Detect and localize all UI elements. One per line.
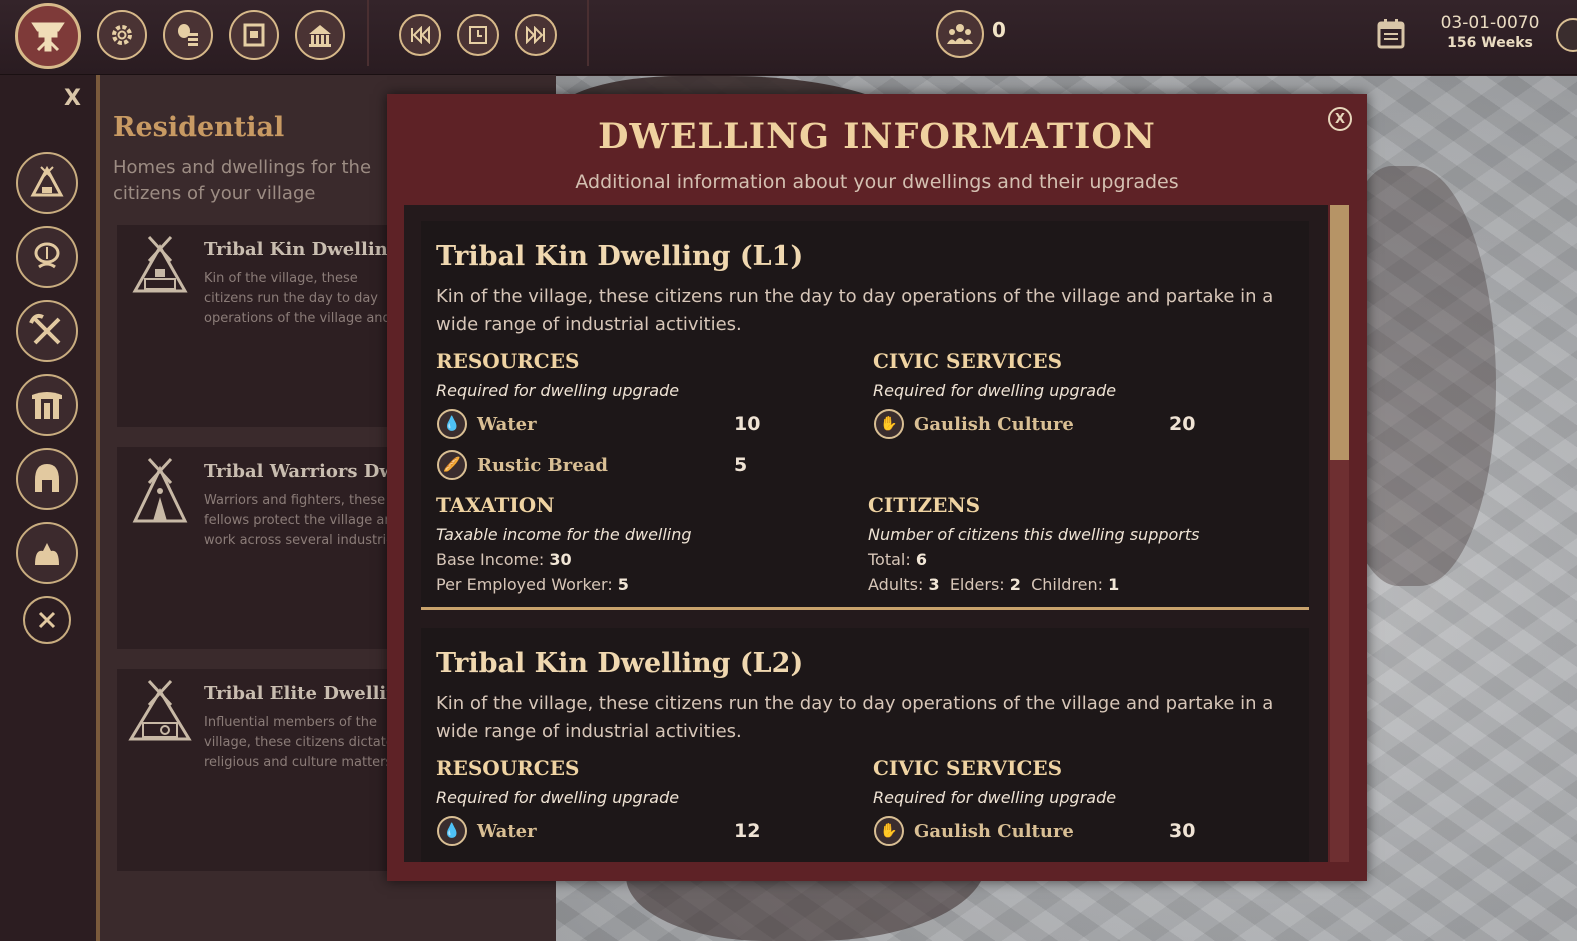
fast-forward-icon[interactable] <box>515 14 557 56</box>
resources-heading: RESOURCES <box>436 756 580 780</box>
dwelling-card: Tribal Kin Dwelling (L1) Kin of the vill… <box>421 221 1309 607</box>
card-description: Kin of the village, these citizens run t… <box>204 271 391 326</box>
culture-icon: ✋ <box>874 816 904 846</box>
rewind-icon[interactable] <box>399 14 441 56</box>
settings-gear-icon[interactable] <box>97 10 147 60</box>
culture-icon[interactable] <box>16 522 78 584</box>
resource-name: Water <box>477 413 537 435</box>
civic-value: 20 <box>1169 413 1196 435</box>
residential-card[interactable]: Tribal Warriors Dwelling Warriors and fi… <box>117 447 453 649</box>
card-description: Warriors and fighters, these fellows pro… <box>204 493 401 548</box>
civic-subheading: Required for dwelling upgrade <box>873 788 1117 807</box>
dwelling-description: Kin of the village, these citizens run t… <box>436 286 1274 335</box>
dwelling-title: Tribal Kin Dwelling (L1) <box>436 241 804 272</box>
citizens-breakdown: Adults: 3 Elders: 2 Children: 1 <box>868 575 1120 594</box>
civic-name: Gaulish Culture <box>914 413 1074 435</box>
food-icon[interactable] <box>16 226 78 288</box>
game-date: 03-01-0070 <box>1440 13 1540 33</box>
resource-name: Rustic Bread <box>477 454 608 476</box>
elite-dwelling-icon <box>127 679 193 749</box>
topbar-separator <box>367 0 369 66</box>
modal-subtitle: Additional information about your dwelli… <box>575 171 1179 193</box>
card-title: Tribal Kin Dwelling <box>204 239 401 260</box>
citizens-subheading: Number of citizens this dwelling support… <box>868 525 1200 544</box>
menu-shield-icon[interactable] <box>15 3 81 69</box>
card-title: Tribal Elite Dwelling <box>204 683 412 704</box>
citizens-total: Total: 6 <box>868 550 927 569</box>
economy-coins-icon[interactable] <box>163 10 213 60</box>
modal-title: DWELLING INFORMATION <box>598 116 1156 157</box>
dwelling-title: Tribal Kin Dwelling (L2) <box>436 648 804 679</box>
scrollbar-thumb[interactable] <box>1330 205 1349 460</box>
resource-row: 🥖 Rustic Bread <box>437 450 608 480</box>
resource-value: 10 <box>734 413 761 435</box>
resources-heading: RESOURCES <box>436 349 580 373</box>
water-icon: 💧 <box>437 816 467 846</box>
scroll-icon[interactable] <box>229 10 279 60</box>
pause-icon[interactable] <box>457 14 499 56</box>
resource-row: 💧 Water <box>437 816 537 846</box>
residential-tent-icon[interactable] <box>16 152 78 214</box>
kin-dwelling-icon <box>127 235 193 305</box>
city-hall-icon[interactable] <box>295 10 345 60</box>
citizens-heading: CITIZENS <box>868 493 981 517</box>
civic-heading: CIVIC SERVICES <box>873 756 1063 780</box>
population-count: 0 <box>992 18 1006 42</box>
civic-name: Gaulish Culture <box>914 820 1074 842</box>
top-bar: 0 03-01-0070 156 Weeks <box>0 0 1577 75</box>
monument-icon[interactable] <box>16 374 78 436</box>
culture-icon: ✋ <box>874 409 904 439</box>
base-income: Base Income: 30 <box>436 550 572 569</box>
dwelling-card: Tribal Kin Dwelling (L2) Kin of the vill… <box>421 628 1309 862</box>
residential-subtitle: Homes and dwellings for the citizens of … <box>113 157 372 204</box>
resource-value: 5 <box>734 454 748 476</box>
water-icon: 💧 <box>437 409 467 439</box>
civic-subheading: Required for dwelling upgrade <box>873 381 1117 400</box>
taxation-heading: TAXATION <box>436 493 555 517</box>
resources-subheading: Required for dwelling upgrade <box>436 381 680 400</box>
civic-row: ✋ Gaulish Culture <box>874 409 1074 439</box>
civic-value: 30 <box>1169 820 1196 842</box>
residential-title: Residential <box>113 112 285 143</box>
residential-card[interactable]: Tribal Kin Dwelling Kin of the village, … <box>117 225 407 427</box>
taxation-subheading: Taxable income for the dwelling <box>436 525 692 544</box>
close-circle-icon[interactable] <box>23 596 71 644</box>
game-weeks: 156 Weeks <box>1447 35 1533 51</box>
civic-heading: CIVIC SERVICES <box>873 349 1063 373</box>
military-helmet-icon[interactable] <box>16 448 78 510</box>
population-icon[interactable] <box>936 10 984 58</box>
civic-row: ✋ Gaulish Culture <box>874 816 1074 846</box>
residential-card[interactable]: Tribal Elite Dwelling Influential member… <box>117 669 412 871</box>
per-worker-income: Per Employed Worker: 5 <box>436 575 629 594</box>
resource-name: Water <box>477 820 537 842</box>
bread-icon: 🥖 <box>437 450 467 480</box>
calendar-icon[interactable] <box>1376 18 1406 54</box>
resource-value: 12 <box>734 820 761 842</box>
rail-close-button[interactable]: X <box>64 86 81 111</box>
industry-tools-icon[interactable] <box>16 300 78 362</box>
topbar-separator <box>587 0 589 66</box>
card-divider <box>421 607 1309 610</box>
resources-subheading: Required for dwelling upgrade <box>436 788 680 807</box>
resource-row: 💧 Water <box>437 409 537 439</box>
coin-icon[interactable] <box>1556 18 1577 52</box>
card-description: Influential members of the village, thes… <box>204 715 394 770</box>
dwelling-description: Kin of the village, these citizens run t… <box>436 693 1274 742</box>
warriors-dwelling-icon <box>127 457 193 527</box>
